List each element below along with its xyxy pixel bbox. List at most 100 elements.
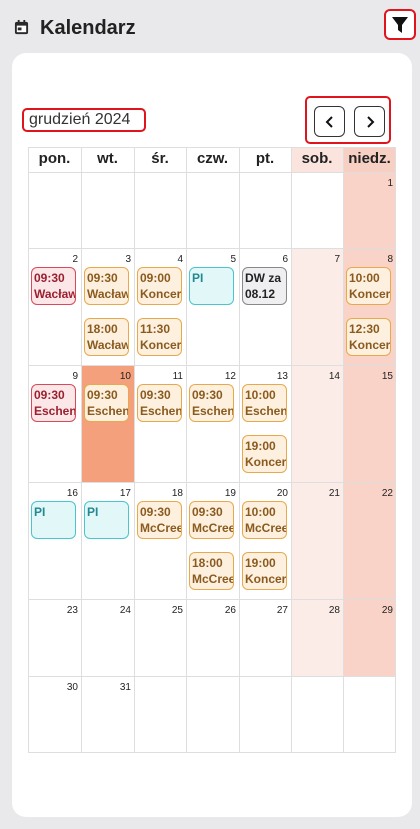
weekday-header: pon. [38,150,71,167]
calendar-event[interactable]: 09:30 McCreesh [137,501,182,539]
day-cell[interactable]: 2010:00 McCreesh 19:00 Koncert [239,482,291,599]
day-cell[interactable]: 19 09:30 McCreesh 18:00 McCreesh [186,482,239,599]
event-line-2: Eschenbach [140,404,182,418]
day-number: 25 [171,605,183,616]
calendar-event[interactable]: 09:30 Eschenbach [31,384,76,422]
day-number: 16 [66,488,78,499]
event-line-1: 09:30 [87,271,118,285]
day-cell[interactable]: 8 10:00 Koncert 12:30 Koncert [343,248,396,365]
event-line-2: 08.12 [245,287,276,301]
event-line-2: Koncert [140,338,182,352]
grid-line-vertical [395,147,396,753]
day-cell[interactable]: 18 09:30 McCreesh [134,482,186,599]
day-cell[interactable]: 4 09:00 Koncert 11:30 Koncert [134,248,186,365]
day-cell[interactable]: 6 DW za 08.12 [239,248,291,365]
filter-button[interactable] [384,9,416,40]
day-number: 2 [72,254,78,265]
calendar-event[interactable]: 18:00 McCreesh [189,552,234,590]
day-cell[interactable]: 1 [343,172,396,248]
day-cell[interactable]: 9 09:30 Eschenbach [28,365,81,482]
day-cell[interactable]: 27 [239,599,291,676]
calendar-event[interactable]: 09:30 McCreesh [189,501,234,539]
calendar-event[interactable]: 09:30 Eschenbach [137,384,182,422]
grid-line-vertical [343,147,344,753]
calendar-event[interactable]: PI [84,501,129,539]
calendar-event[interactable]: 09:30 Wacław [84,267,129,305]
calendar-event[interactable]: 10:00 McCreesh [242,501,287,539]
event-line-1: 09:30 [34,271,65,285]
day-cell[interactable]: 29 [343,599,396,676]
day-number: 18 [171,488,183,499]
calendar-event[interactable]: 12:30 Koncert [346,318,391,356]
empty-day-cell [239,676,291,753]
day-cell[interactable]: 23 [28,599,81,676]
next-month-button[interactable] [354,106,385,137]
calendar-event[interactable]: 10:00 Eschenbach [242,384,287,422]
calendar-event[interactable]: 09:00 Koncert [137,267,182,305]
calendar-event[interactable]: 18:00 Wacław [84,318,129,356]
day-cell[interactable]: 17 PI [81,482,134,599]
day-cell[interactable]: 26 [186,599,239,676]
day-cell[interactable]: 14 [291,365,343,482]
day-cell[interactable]: 5 PI [186,248,239,365]
day-number: 24 [119,605,131,616]
prev-month-button[interactable] [314,106,345,137]
day-cell[interactable]: 28 [291,599,343,676]
calendar-event[interactable]: 19:00 Koncert [242,552,287,590]
day-number: 27 [276,605,288,616]
calendar-event[interactable]: 19:00 Koncert [242,435,287,473]
weekday-header: czw. [196,150,229,167]
grid-line-horizontal [28,147,396,148]
chevron-right-icon [366,115,374,128]
day-cell[interactable]: 1209:30 Eschenbach [186,365,239,482]
empty-day-cell [239,172,291,248]
day-number: 5 [230,254,236,265]
empty-day-cell [186,676,239,753]
event-line-2: McCreesh [192,521,233,535]
day-cell[interactable]: 21 [291,482,343,599]
day-cell[interactable]: 13 10:00 Eschenbach 19:00 Koncert [239,365,291,482]
event-line-2: Wacław [87,287,129,301]
event-line-2: Koncert [140,287,182,301]
day-cell[interactable]: 25 [134,599,186,676]
event-line-2: Eschenbach [192,404,234,418]
event-line-1: PI [34,505,46,519]
filter-icon [392,16,408,33]
day-cell[interactable]: 7 [291,248,343,365]
day-cell[interactable]: 24 [81,599,134,676]
day-number: 8 [387,254,393,265]
day-number: 19 [224,488,236,499]
page-title: Kalendarz [40,17,136,39]
calendar-event[interactable]: DW za 08.12 [242,267,287,305]
event-line-2: Eschenbach [34,404,76,418]
calendar-event[interactable]: PI [31,501,76,539]
calendar-event[interactable]: 11:30 Koncert [137,318,182,356]
calendar-event[interactable]: PI [189,267,234,305]
event-line-1: PI [192,271,204,285]
day-number: 9 [72,371,78,382]
day-cell[interactable]: 31 [81,676,134,753]
event-line-2: McCreesh [192,572,233,586]
day-number: 4 [177,254,183,265]
calendar-event[interactable]: 09:30 Eschenbach [84,384,129,422]
weekday-header: sob. [291,147,343,172]
day-cell[interactable]: 15 [343,365,396,482]
day-cell[interactable]: 1009:30 Eschenbach [81,365,134,482]
day-cell[interactable]: 30 [28,676,81,753]
calendar-event[interactable]: 09:30 Eschenbach [189,384,234,422]
day-cell[interactable]: 11 09:30 Eschenbach [134,365,186,482]
day-cell[interactable]: 2 09:30 Wacław [28,248,81,365]
calendar-event[interactable]: 09:30 Wacław [31,267,76,305]
day-number: 30 [66,682,78,693]
calendar-event[interactable]: 10:00 Koncert [346,267,391,305]
day-cell[interactable]: 22 [343,482,396,599]
empty-day-cell [28,172,81,248]
day-number: 13 [276,371,288,382]
day-number: 17 [119,488,131,499]
weekday-header: niedz. [343,147,396,172]
day-number: 11 [172,371,183,382]
event-line-1: 11:30 [140,322,171,336]
day-number: 7 [334,254,340,265]
day-cell[interactable]: 3 09:30 Wacław 18:00 Wacław [81,248,134,365]
day-cell[interactable]: 16 PI [28,482,81,599]
